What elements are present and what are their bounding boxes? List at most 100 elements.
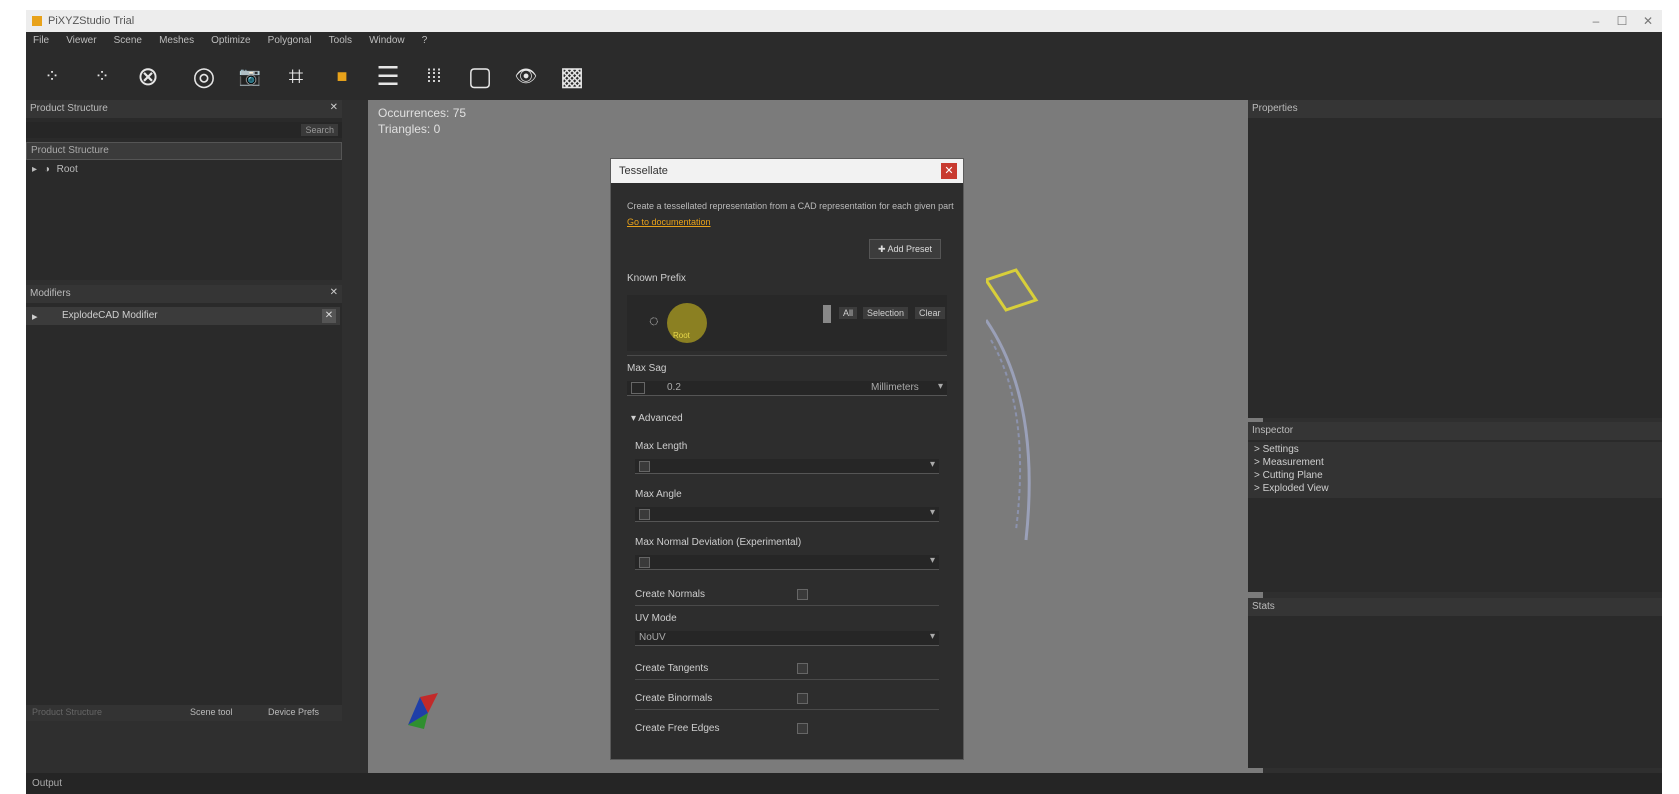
crop-icon[interactable]: ⌗: [276, 56, 316, 96]
divider: [635, 605, 939, 606]
max-length-checkbox[interactable]: [639, 461, 650, 472]
modifier-row[interactable]: ▸ ExplodeCAD Modifier ✕: [26, 307, 340, 325]
dialog-title: Tessellate: [619, 165, 668, 177]
lines-icon[interactable]: ☰: [368, 56, 408, 96]
tree-header: Product Structure: [26, 142, 342, 160]
panel-close-icon[interactable]: ✕: [330, 102, 338, 113]
menu-file[interactable]: File: [26, 32, 56, 46]
dialog-title-bar: Tessellate ✕: [611, 159, 963, 183]
chevron-down-icon[interactable]: ▾: [930, 631, 935, 642]
expand-arrow-icon[interactable]: ▸: [32, 164, 37, 175]
triangles-count: Triangles: 0: [378, 122, 441, 136]
stats-header: Stats: [1248, 598, 1662, 616]
clear-button[interactable]: Clear: [915, 307, 945, 319]
tree-header-label: Product Structure: [31, 145, 109, 156]
tessellate-dialog: Tessellate ✕ Create a tessellated repres…: [610, 158, 964, 760]
menu-tools[interactable]: Tools: [322, 32, 359, 46]
create-free-edges-checkbox[interactable]: [797, 723, 808, 734]
chevron-down-icon[interactable]: ▾: [930, 459, 935, 470]
inspector-list: > Settings > Measurement > Cutting Plane…: [1248, 442, 1662, 498]
inspector-item-cutting-plane[interactable]: > Cutting Plane: [1254, 470, 1323, 481]
eye-icon[interactable]: 👁: [506, 56, 546, 96]
menu-optimize[interactable]: Optimize: [204, 32, 257, 46]
selection-button[interactable]: Selection: [863, 307, 909, 319]
maximize-button[interactable]: ☐: [1610, 13, 1634, 29]
menu-scene[interactable]: Scene: [107, 32, 149, 46]
max-normal-deviation-field[interactable]: ▾: [635, 555, 939, 570]
tree-item-root[interactable]: ▸ ◑ Root: [32, 164, 78, 175]
max-sag-unit[interactable]: Millimeters: [871, 382, 919, 393]
create-normals-checkbox[interactable]: [797, 589, 808, 600]
tab-device-prefs[interactable]: Device Prefs: [268, 707, 319, 717]
axis-gizmo-icon: [408, 693, 438, 729]
close-window-button[interactable]: ✕: [1636, 13, 1660, 29]
list-scroll-handle[interactable]: [823, 305, 831, 323]
add-preset-button[interactable]: ✚ Add Preset: [869, 239, 941, 259]
tab-product-structure[interactable]: Product Structure: [32, 707, 102, 717]
inspector-item-measurement[interactable]: > Measurement: [1254, 457, 1324, 468]
modifiers-title: Modifiers: [30, 288, 71, 299]
uv-mode-select[interactable]: NoUV ▾: [635, 631, 939, 646]
close-circle-icon[interactable]: ⊗: [128, 56, 168, 96]
tab-scene-tool[interactable]: Scene tool: [190, 707, 233, 717]
menu-help[interactable]: ?: [415, 32, 435, 46]
model-geometry: [986, 268, 1039, 541]
checker-icon[interactable]: ▩: [552, 56, 592, 96]
modifiers-header: Modifiers ✕: [26, 285, 342, 303]
dialog-close-button[interactable]: ✕: [941, 163, 957, 179]
documentation-link[interactable]: Go to documentation: [627, 217, 711, 227]
create-normals-label: Create Normals: [635, 589, 706, 600]
expand-arrow-icon[interactable]: ▸: [32, 310, 38, 323]
grid-dots-icon[interactable]: ⁞⁞⁞: [414, 56, 454, 96]
panel-close-icon[interactable]: ✕: [330, 287, 338, 298]
chevron-down-icon[interactable]: ▾: [938, 381, 943, 392]
search-button[interactable]: Search: [301, 124, 338, 136]
max-length-field[interactable]: ▾: [635, 459, 939, 474]
fit-view-icon[interactable]: ◎: [184, 56, 224, 96]
menu-viewer[interactable]: Viewer: [59, 32, 103, 46]
menu-window[interactable]: Window: [362, 32, 412, 46]
camera-icon[interactable]: 📷: [230, 56, 270, 96]
menu-bar: File Viewer Scene Meshes Optimize Polygo…: [26, 32, 1662, 50]
output-label[interactable]: Output: [32, 778, 62, 789]
max-angle-checkbox[interactable]: [639, 509, 650, 520]
remove-modifier-icon[interactable]: ✕: [322, 309, 336, 323]
overlap-node-icon[interactable]: ⁘: [32, 56, 72, 96]
minimize-button[interactable]: ‒: [1584, 13, 1608, 29]
divider: [627, 355, 947, 356]
inspector-item-exploded-view[interactable]: > Exploded View: [1254, 483, 1329, 494]
add-preset-label: Add Preset: [887, 244, 933, 254]
max-normal-checkbox[interactable]: [639, 557, 650, 568]
properties-header: Properties: [1248, 100, 1662, 118]
product-structure-title: Product Structure: [30, 103, 108, 114]
chevron-down-icon[interactable]: ▾: [930, 555, 935, 566]
occurrences-count: Occurrences: 75: [378, 106, 467, 120]
product-structure-panel: Product Structure ✕ Search Product Struc…: [26, 100, 342, 280]
known-prefix-label: Known Prefix: [627, 273, 686, 284]
stats-panel: Stats: [1248, 598, 1662, 768]
select-all-button[interactable]: All: [839, 307, 858, 319]
inspector-item-settings[interactable]: > Settings: [1254, 444, 1299, 455]
create-binormals-checkbox[interactable]: [797, 693, 808, 704]
overlap-arrow-icon[interactable]: ⁘: [82, 56, 122, 96]
advanced-toggle[interactable]: ▾ Advanced: [631, 413, 683, 424]
solid-square-icon[interactable]: ■: [322, 56, 362, 96]
menu-meshes[interactable]: Meshes: [152, 32, 201, 46]
max-sag-label: Max Sag: [627, 363, 667, 374]
main-toolbar: ⁘ ⁘ ⊗ ◎ 📷 ⌗ ■ ☰ ⁞⁞⁞ ▢ 👁 ▩: [26, 50, 1662, 100]
square-outline-icon[interactable]: ▢: [460, 56, 500, 96]
uv-mode-value: NoUV: [639, 632, 666, 643]
menu-polygonal[interactable]: Polygonal: [261, 32, 319, 46]
status-bar: Output: [26, 773, 1662, 794]
max-angle-field[interactable]: ▾: [635, 507, 939, 522]
chevron-down-icon[interactable]: ▾: [930, 507, 935, 518]
properties-title: Properties: [1252, 103, 1298, 114]
max-sag-field[interactable]: 0.2 Millimeters ▾: [627, 381, 947, 396]
max-length-label: Max Length: [635, 441, 688, 452]
properties-panel: Properties: [1248, 100, 1662, 418]
left-panel-tabs: Product Structure Scene tool Device Pref…: [26, 705, 342, 721]
create-tangents-checkbox[interactable]: [797, 663, 808, 674]
max-sag-spinner[interactable]: [631, 382, 645, 394]
selection-list[interactable]: ◌ Root All Selection Clear: [627, 295, 947, 351]
search-input[interactable]: Search: [26, 122, 342, 138]
